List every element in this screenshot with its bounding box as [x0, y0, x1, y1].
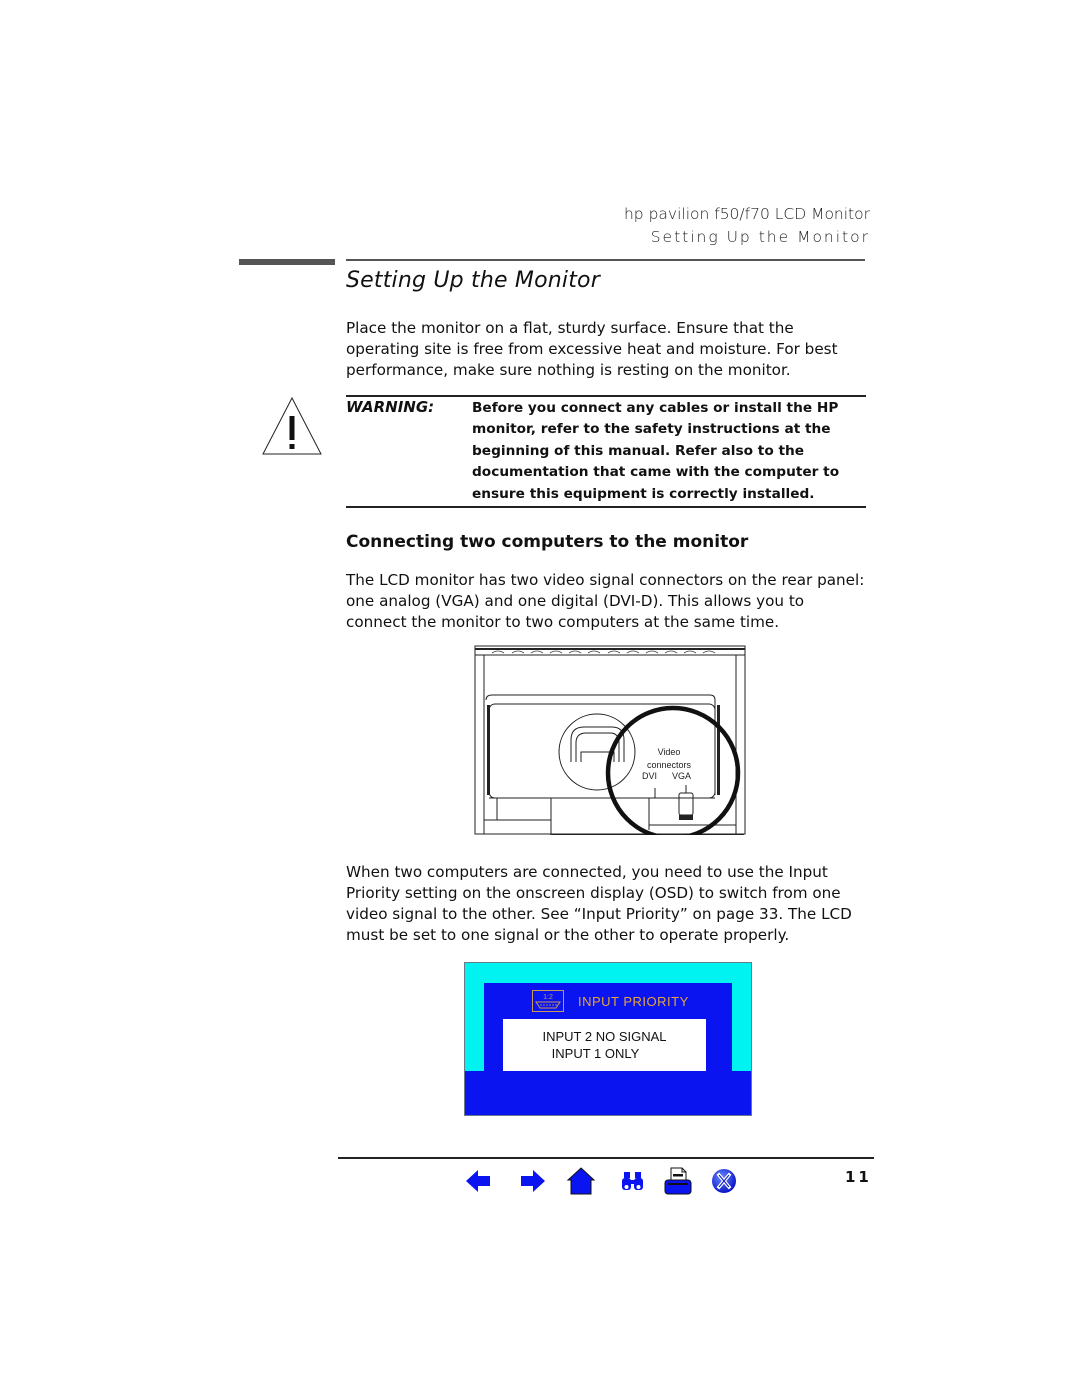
page-number: 11 [845, 1168, 872, 1186]
label-vga: VGA [672, 771, 691, 781]
intro-paragraph: Place the monitor on a flat, sturdy surf… [346, 319, 838, 379]
print-button[interactable] [663, 1166, 693, 1196]
osd-paragraph: When two computers are connected, you ne… [346, 863, 852, 944]
home-button[interactable] [566, 1166, 596, 1196]
previous-page-button[interactable] [464, 1166, 494, 1196]
osd-title: INPUT PRIORITY [578, 993, 689, 1009]
footer-rule [338, 1157, 874, 1159]
monitor-rear-illustration: Video connectors DVI VGA [474, 645, 746, 841]
warning-text: Before you connect any cables or install… [472, 400, 840, 502]
next-page-button[interactable] [517, 1166, 547, 1196]
callout-connectors: connectors [647, 760, 692, 770]
subsection-paragraph: The LCD monitor has two video signal con… [346, 571, 865, 631]
osd-message-line2: INPUT 1 ONLY [551, 1046, 640, 1061]
home-icon [566, 1167, 596, 1195]
warning-rule-bottom [346, 506, 866, 508]
heading-rule [346, 259, 865, 261]
section-title: Setting Up the Monitor [346, 268, 600, 293]
osd-icon-text: 1:2 [543, 994, 553, 1001]
monitor-rear-diagram: Video connectors DVI VGA [474, 645, 746, 841]
callout-video: Video [658, 747, 681, 757]
search-icon [622, 1172, 643, 1190]
subsection-title: Connecting two computers to the monitor [346, 532, 749, 552]
exit-icon [712, 1169, 736, 1193]
running-head-section: Setting Up the Monitor [650, 228, 870, 246]
running-head-product: hp pavilion f50/f70 LCD Monitor [623, 205, 870, 223]
previous-page-icon [466, 1170, 490, 1192]
label-dvi: DVI [642, 771, 657, 781]
osd-panel: 1:2 INPUT PRIORITY INPUT 2 NO SIGNAL INP… [484, 983, 732, 1103]
next-page-icon [521, 1170, 545, 1192]
warning-label: WARNING: [346, 398, 435, 416]
osd-message-box: INPUT 2 NO SIGNAL INPUT 1 ONLY [503, 1019, 706, 1071]
search-button[interactable] [618, 1166, 648, 1196]
exit-button[interactable] [709, 1166, 739, 1196]
osd-screenshot: 1:2 INPUT PRIORITY INPUT 2 NO SIGNAL INP… [464, 962, 752, 1116]
osd-message-line1: INPUT 2 NO SIGNAL [542, 1029, 667, 1044]
warning-triangle-icon [261, 396, 323, 456]
print-icon [664, 1167, 692, 1195]
input-priority-icon: 1:2 [532, 990, 564, 1012]
heading-bar [239, 259, 335, 265]
warning-rule-top [346, 395, 866, 397]
